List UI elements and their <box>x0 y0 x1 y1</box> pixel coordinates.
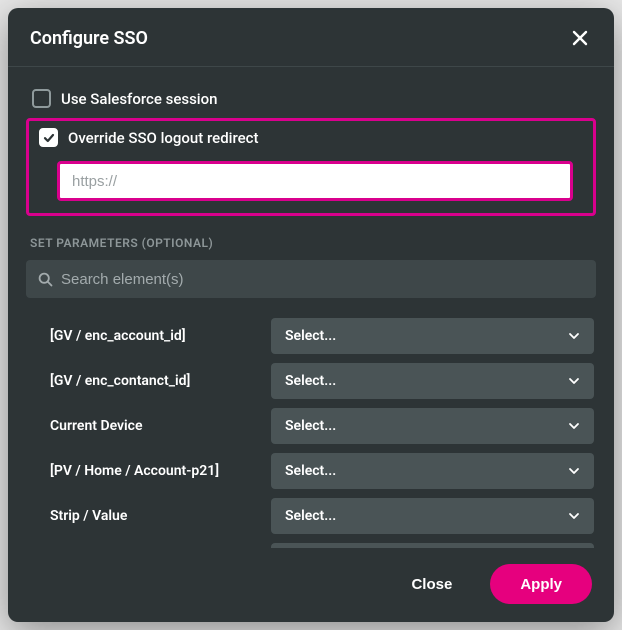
override-sso-url-wrap <box>33 161 589 201</box>
modal-header: Configure SSO <box>8 8 614 67</box>
param-row: [PV / Home / Account-p21] Select... <box>26 453 596 489</box>
use-salesforce-session-label[interactable]: Use Salesforce session <box>61 90 217 108</box>
parameters-list: [GV / enc_account_id] Select... [GV / en… <box>26 318 596 548</box>
param-row: Strip / Value Select... <box>26 498 596 534</box>
param-row: Strip / Index Select... <box>26 543 596 548</box>
param-label: Strip / Value <box>28 508 263 524</box>
close-button[interactable]: Close <box>387 564 476 604</box>
parameters-heading: SET PARAMETERS (OPTIONAL) <box>26 230 596 260</box>
configure-sso-modal: Configure SSO Use Salesforce session Ove… <box>8 8 614 622</box>
param-select-value: Select... <box>285 328 336 344</box>
param-label: Current Device <box>28 418 263 434</box>
parameters-search[interactable] <box>26 260 596 298</box>
override-sso-row: Override SSO logout redirect <box>33 124 589 151</box>
param-select[interactable]: Select... <box>271 318 594 354</box>
param-label: [GV / enc_account_id] <box>28 328 263 344</box>
search-icon <box>38 272 53 287</box>
param-row: Current Device Select... <box>26 408 596 444</box>
chevron-down-icon <box>568 465 580 477</box>
close-icon[interactable] <box>566 24 594 52</box>
param-select[interactable]: Select... <box>271 453 594 489</box>
param-select-value: Select... <box>285 508 336 524</box>
use-salesforce-session-checkbox[interactable] <box>32 89 51 108</box>
chevron-down-icon <box>568 330 580 342</box>
param-select[interactable]: Select... <box>271 498 594 534</box>
modal-footer: Close Apply <box>8 548 614 622</box>
param-select[interactable]: Select... <box>271 363 594 399</box>
override-sso-label[interactable]: Override SSO logout redirect <box>68 129 259 147</box>
param-select[interactable]: Select... <box>271 408 594 444</box>
modal-body: Use Salesforce session Override SSO logo… <box>8 67 614 548</box>
use-salesforce-session-row: Use Salesforce session <box>26 85 596 112</box>
param-label: [GV / enc_contanct_id] <box>28 373 263 389</box>
param-select-value: Select... <box>285 418 336 434</box>
chevron-down-icon <box>568 420 580 432</box>
chevron-down-icon <box>568 510 580 522</box>
override-sso-highlight: Override SSO logout redirect <box>26 118 596 216</box>
param-select-value: Select... <box>285 463 336 479</box>
param-row: [GV / enc_contanct_id] Select... <box>26 363 596 399</box>
apply-button[interactable]: Apply <box>490 564 592 604</box>
param-label: [PV / Home / Account-p21] <box>28 463 263 479</box>
param-select[interactable]: Select... <box>271 543 594 548</box>
override-sso-url-input[interactable] <box>57 161 573 201</box>
param-select-value: Select... <box>285 373 336 389</box>
chevron-down-icon <box>568 375 580 387</box>
override-sso-checkbox[interactable] <box>39 128 58 147</box>
parameters-search-input[interactable] <box>61 271 584 288</box>
modal-title: Configure SSO <box>30 28 148 49</box>
param-row: [GV / enc_account_id] Select... <box>26 318 596 354</box>
